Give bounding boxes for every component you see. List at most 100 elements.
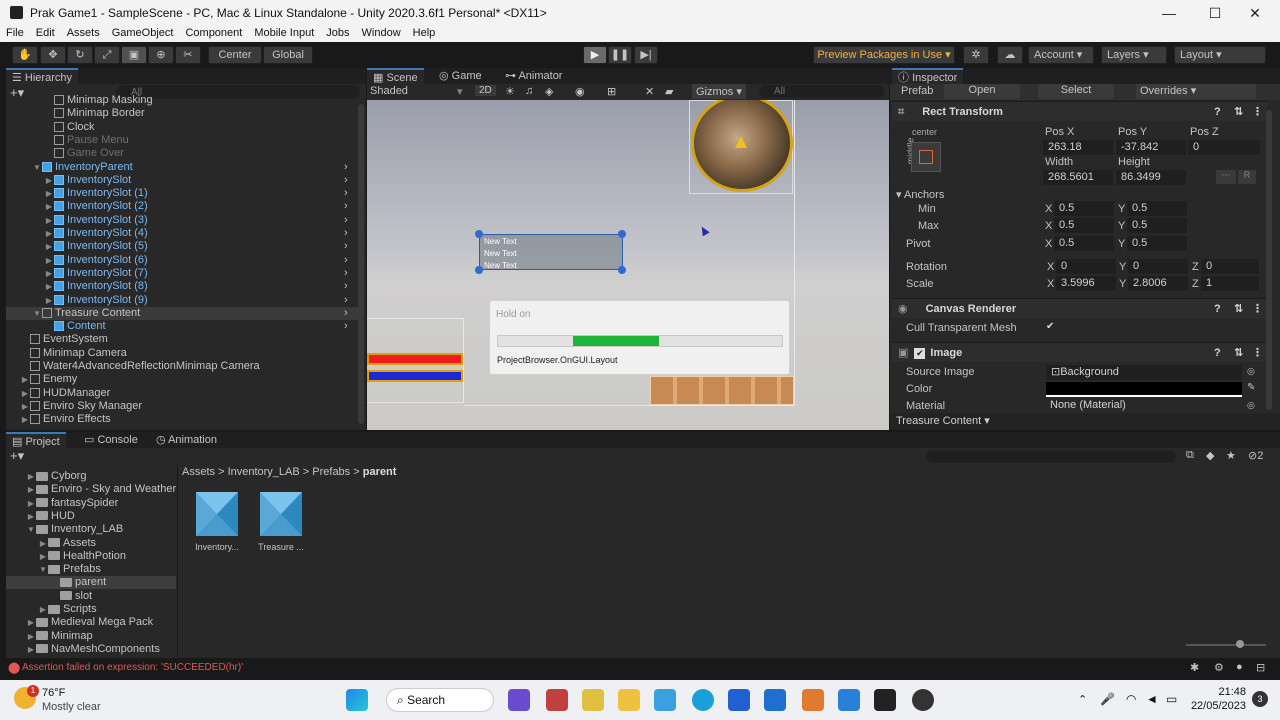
menu-component[interactable]: Component bbox=[179, 26, 248, 39]
chevron-right-icon[interactable]: › bbox=[344, 307, 348, 320]
image-header[interactable]: ▣ ✔ Image? ⇅ ⋮ bbox=[892, 342, 1267, 362]
help-icon[interactable]: ? bbox=[1214, 102, 1221, 122]
scale-tool-icon[interactable]: ⤢ bbox=[94, 46, 120, 64]
menu-gameobject[interactable]: GameObject bbox=[106, 26, 180, 39]
clock-date[interactable]: 22/05/2023 bbox=[1186, 700, 1246, 712]
expand-arrow-icon[interactable]: ▶ bbox=[44, 187, 54, 200]
rect-tool-icon[interactable]: ▣ bbox=[121, 46, 147, 64]
max-y-field[interactable]: 0.5 bbox=[1127, 218, 1187, 233]
tab-hierarchy[interactable]: ☰ Hierarchy bbox=[6, 68, 78, 84]
expand-arrow-icon[interactable]: ▶ bbox=[26, 643, 36, 656]
expand-arrow-icon[interactable]: ▶ bbox=[38, 550, 48, 563]
tab-scene[interactable]: ▦ Scene bbox=[367, 68, 424, 84]
expand-arrow-icon[interactable]: ▼ bbox=[32, 161, 42, 174]
scene-viewport[interactable]: New Text New Text New Text bbox=[367, 100, 889, 430]
pos-y-field[interactable]: -37.842 bbox=[1116, 140, 1186, 155]
rotation-z-field[interactable]: 0 bbox=[1201, 259, 1259, 274]
raw-edit-icon[interactable]: R bbox=[1238, 170, 1256, 184]
hierarchy-item[interactable]: ▶ Enemy bbox=[6, 373, 362, 386]
search-by-type-icon[interactable]: ⧉ bbox=[1186, 449, 1194, 462]
prefab-overrides-dropdown[interactable]: Overrides ▾ bbox=[1136, 84, 1256, 99]
transform-tool-icon[interactable]: ⊕ bbox=[148, 46, 174, 64]
chevron-right-icon[interactable]: › bbox=[344, 161, 348, 174]
hierarchy-item[interactable]: ▼ InventoryParent › bbox=[6, 161, 362, 174]
hierarchy-item[interactable]: Minimap Camera bbox=[6, 347, 362, 360]
windows-start-icon[interactable] bbox=[346, 689, 368, 711]
expand-arrow-icon[interactable]: ▶ bbox=[44, 214, 54, 227]
hierarchy-item[interactable]: Minimap Border bbox=[6, 107, 362, 120]
vscode-icon[interactable] bbox=[838, 689, 860, 711]
pos-x-field[interactable]: 263.18 bbox=[1043, 140, 1113, 155]
camera-icon[interactable]: ▰ bbox=[665, 85, 673, 98]
chevron-right-icon[interactable]: › bbox=[344, 214, 348, 227]
lighting-icon[interactable]: ☀ bbox=[505, 85, 515, 98]
app-icon[interactable] bbox=[912, 689, 934, 711]
layers-dropdown[interactable]: Layers ▾ bbox=[1101, 46, 1167, 64]
move-tool-icon[interactable]: ✥ bbox=[40, 46, 66, 64]
unity-icon[interactable] bbox=[874, 689, 896, 711]
selected-rect[interactable]: New Text New Text New Text bbox=[479, 234, 623, 270]
expand-arrow-icon[interactable]: ▶ bbox=[26, 616, 36, 629]
mode-2d-button[interactable]: 2D bbox=[475, 85, 496, 96]
menu-jobs[interactable]: Jobs bbox=[320, 26, 355, 39]
hierarchy-item[interactable]: EventSystem bbox=[6, 333, 362, 346]
zoom-slider[interactable] bbox=[1186, 644, 1266, 646]
more-icon[interactable]: ⋮ bbox=[1252, 343, 1263, 363]
menu-mobile-input[interactable]: Mobile Input bbox=[248, 26, 320, 39]
pivot-x-field[interactable]: 0.5 bbox=[1054, 236, 1114, 251]
expand-arrow-icon[interactable]: ▼ bbox=[38, 563, 48, 576]
hierarchy-item[interactable]: ▶ InventorySlot (4) › bbox=[6, 227, 362, 240]
global-button[interactable]: Global bbox=[263, 46, 313, 64]
app-icon[interactable] bbox=[654, 689, 676, 711]
hierarchy-item[interactable]: ▶ InventorySlot › bbox=[6, 174, 362, 187]
expand-arrow-icon[interactable]: ▶ bbox=[26, 630, 36, 643]
audio-icon[interactable]: ♫ bbox=[525, 85, 533, 97]
menu-assets[interactable]: Assets bbox=[61, 26, 106, 39]
expand-arrow-icon[interactable]: ▶ bbox=[44, 240, 54, 253]
global-illumination-icon[interactable]: ● bbox=[1236, 661, 1243, 673]
expand-arrow-icon[interactable]: ▼ bbox=[32, 307, 42, 320]
anchor-preset-button[interactable] bbox=[911, 142, 941, 172]
project-folder-item[interactable]: ▶ fantasySpider bbox=[6, 497, 176, 510]
object-picker-icon[interactable]: ◎ bbox=[1247, 400, 1255, 411]
visibility-icon[interactable]: ◉ bbox=[575, 85, 585, 98]
grid-icon[interactable]: ⊞ bbox=[607, 85, 616, 98]
preview-packages-button[interactable]: Preview Packages in Use ▾ bbox=[813, 46, 955, 64]
breadcrumb-prefabs[interactable]: Prefabs bbox=[312, 466, 350, 478]
dropbox-icon[interactable] bbox=[728, 689, 750, 711]
preset-icon[interactable]: ⇅ bbox=[1234, 299, 1243, 319]
project-folder-item[interactable]: ▶ Medieval Mega Pack bbox=[6, 616, 176, 629]
hand-tool-icon[interactable]: ✋ bbox=[12, 46, 38, 64]
chevron-right-icon[interactable]: › bbox=[344, 200, 348, 213]
chevron-right-icon[interactable]: › bbox=[344, 240, 348, 253]
height-field[interactable]: 86.3499 bbox=[1116, 170, 1186, 185]
project-folder-item[interactable]: ▼ Prefabs bbox=[6, 563, 176, 576]
custom-tool-icon[interactable]: ✂ bbox=[175, 46, 201, 64]
inspector-scrollbar[interactable] bbox=[1266, 110, 1272, 410]
menu-help[interactable]: Help bbox=[407, 26, 442, 39]
expand-arrow-icon[interactable]: ▶ bbox=[44, 294, 54, 307]
gizmos-dropdown[interactable]: Gizmos ▾ bbox=[692, 84, 746, 99]
hierarchy-item[interactable]: ▶ InventorySlot (1) › bbox=[6, 187, 362, 200]
material-field[interactable]: None (Material) bbox=[1046, 399, 1242, 414]
rect-transform-header[interactable]: ⌗ Rect Transform? ⇅ ⋮ bbox=[892, 101, 1267, 121]
project-folder-item[interactable]: slot bbox=[6, 590, 176, 603]
debug-icon[interactable]: ✱ bbox=[1190, 661, 1199, 674]
play-button-icon[interactable]: ▶ bbox=[583, 46, 607, 64]
collab-icon[interactable]: ✲ bbox=[963, 46, 989, 64]
tab-animation[interactable]: ◷ Animation bbox=[150, 432, 223, 448]
source-image-field[interactable]: ⊡Background bbox=[1046, 365, 1242, 380]
chevron-right-icon[interactable]: › bbox=[344, 254, 348, 267]
status-error[interactable]: Assertion failed on expression: 'SUCCEED… bbox=[22, 662, 243, 673]
hidden-packages-icon[interactable]: ⊘2 bbox=[1248, 449, 1263, 462]
cull-checkbox[interactable]: ✔ bbox=[1046, 321, 1058, 333]
expand-arrow-icon[interactable]: ▶ bbox=[44, 174, 54, 187]
expand-arrow-icon[interactable]: ▶ bbox=[44, 267, 54, 280]
expand-arrow-icon[interactable]: ▶ bbox=[26, 483, 36, 496]
hierarchy-item[interactable]: Content › bbox=[6, 320, 362, 333]
project-folder-item[interactable]: ▶ Cyborg bbox=[6, 470, 176, 483]
hierarchy-item[interactable]: ▶ InventorySlot (8) › bbox=[6, 280, 362, 293]
project-folder-item[interactable]: parent bbox=[6, 576, 176, 590]
asset-treasure-prefab[interactable]: Treasure ... bbox=[256, 492, 306, 562]
close-button[interactable]: ✕ bbox=[1232, 0, 1278, 26]
